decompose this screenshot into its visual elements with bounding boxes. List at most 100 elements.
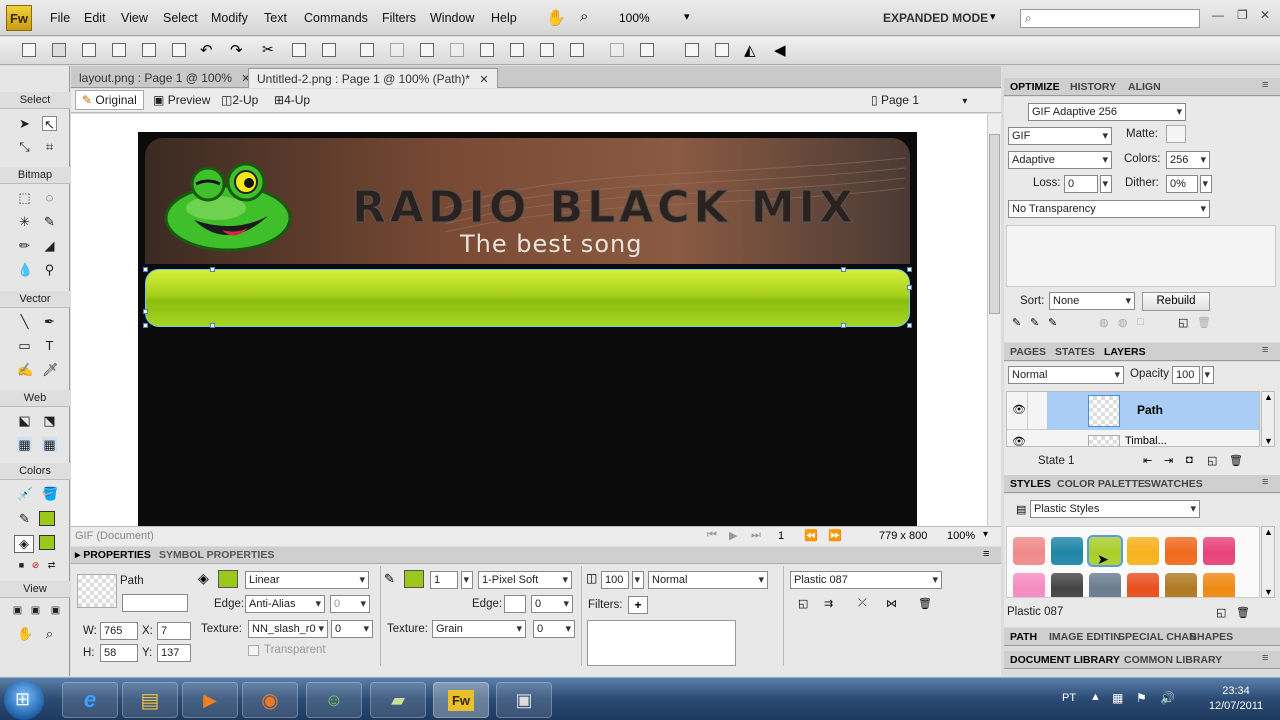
selection-handle[interactable] [841, 267, 846, 272]
action-center-icon[interactable]: ⚑ [1136, 691, 1147, 705]
knife-icon[interactable]: 🗡 [42, 362, 59, 377]
clear-overrides-icon[interactable]: ⋈ [886, 597, 897, 610]
tab-styles[interactable]: STYLES [1010, 478, 1051, 490]
delete-layer-icon[interactable]: 🗑 [1229, 454, 1243, 467]
menu-filters[interactable]: Filters [382, 11, 416, 25]
search-input[interactable]: ⌕ [1020, 9, 1200, 28]
selected-path-bar[interactable] [145, 269, 910, 327]
feather-amount[interactable]: 0 [330, 595, 370, 613]
prev-frame-icon[interactable]: ⏪ [804, 529, 818, 542]
properties-tab[interactable]: ▸ PROPERTIES [75, 549, 151, 561]
page-selector[interactable]: ▯ Page 1 ▾ [871, 93, 967, 107]
fill-color-swatch[interactable] [218, 570, 238, 588]
width-input[interactable]: 765 [100, 622, 138, 640]
send-back-icon[interactable] [570, 43, 584, 57]
split-icon[interactable] [450, 43, 464, 57]
system-clock[interactable]: 23:34 12/07/2011 [1196, 684, 1276, 714]
new-file-icon[interactable] [22, 43, 36, 57]
stroke-type-select[interactable]: 1-Pixel Soft [478, 571, 572, 589]
fill-texture-amount[interactable]: 0 [331, 620, 373, 638]
view-tab-original[interactable]: ✎ Original [75, 90, 144, 110]
open-icon[interactable] [82, 43, 96, 57]
status-zoom[interactable]: 100% [947, 530, 975, 542]
workspace-mode-select[interactable]: EXPANDED MODE [883, 11, 988, 25]
selection-handle[interactable] [143, 323, 148, 328]
tab-image-editing[interactable]: IMAGE EDITIN [1049, 631, 1121, 643]
volume-icon[interactable]: 🔊 [1160, 691, 1175, 705]
minimize-icon[interactable]: — [1212, 8, 1224, 22]
stroke-texture-select[interactable]: Grain [432, 620, 526, 638]
opacity-dropdown[interactable] [632, 571, 644, 589]
distribute-icon[interactable] [640, 43, 654, 57]
stroke-size-input[interactable]: 1 [430, 571, 458, 589]
layer-opacity-input[interactable]: 100 [1172, 366, 1200, 384]
swap-colors-icon[interactable]: ⇄ [44, 558, 59, 573]
doc-tab-untitled[interactable]: Untitled-2.png : Page 1 @ 100% (Path)* ✕ [248, 68, 498, 88]
canvas-size[interactable]: 779 x 800 [879, 530, 927, 542]
hand-icon[interactable]: ✋ [546, 8, 566, 28]
stroke-color-swatch[interactable] [39, 511, 55, 526]
menu-edit[interactable]: Edit [84, 11, 106, 25]
hand-tool-icon[interactable]: ✋ [17, 626, 33, 641]
slice-icon[interactable]: ⬔ [42, 413, 57, 428]
taskbar-explorer[interactable]: ▤ [122, 682, 178, 718]
blend-mode-select[interactable]: Normal [648, 571, 768, 589]
eraser-icon[interactable]: ◢ [42, 238, 57, 253]
last-frame-icon[interactable]: ⏭ [751, 529, 761, 542]
pen-icon[interactable]: ✒ [42, 314, 57, 329]
pencil-icon[interactable]: ✏ [17, 238, 32, 253]
marquee-icon[interactable]: ⬚ [17, 190, 32, 205]
new-sublayer-icon[interactable]: ⇥ [1164, 454, 1173, 467]
style-swatch[interactable] [1165, 537, 1197, 565]
fill-edge-select[interactable]: Anti-Alias [245, 595, 325, 613]
eye-icon[interactable]: 👁 [1012, 403, 1026, 416]
view-tab-4up[interactable]: ⊞4-Up [274, 93, 310, 107]
menu-file[interactable]: File [50, 11, 70, 25]
tab-pages[interactable]: PAGES [1010, 346, 1046, 358]
stroke-edge-slider[interactable] [504, 595, 526, 613]
tab-history[interactable]: HISTORY [1070, 81, 1116, 93]
text-tool-icon[interactable]: T [42, 338, 57, 353]
zoom-dropdown-icon[interactable]: ▾ [684, 10, 690, 23]
style-swatch[interactable] [1165, 573, 1197, 597]
lasso-icon[interactable]: ◌ [42, 190, 57, 205]
fill-type-select[interactable]: Linear [245, 571, 369, 589]
show-hidden-icons-icon[interactable]: ▲ [1090, 691, 1101, 703]
opacity-input[interactable]: 100 [601, 571, 629, 589]
arrow-down-icon[interactable]: ▼ [1264, 436, 1273, 446]
canvas-vertical-scrollbar[interactable] [987, 114, 1001, 526]
style-swatch[interactable] [1203, 573, 1235, 597]
ungroup-icon[interactable] [390, 43, 404, 57]
rubber-stamp-icon[interactable]: ⚲ [42, 262, 57, 277]
transparent-color-icon[interactable]: ✎ [1030, 316, 1039, 329]
tab-swatches[interactable]: SWATCHES [1144, 478, 1203, 490]
stroke-color-icon[interactable]: ✎ [17, 511, 32, 526]
lock-color-icon[interactable]: ✎ [1048, 316, 1057, 329]
hide-slices-icon[interactable]: ▦ [17, 437, 32, 452]
redo-icon[interactable]: ↷ [230, 41, 243, 59]
tab-align[interactable]: ALIGN [1128, 81, 1161, 93]
brush-icon[interactable]: ✎ [42, 214, 57, 229]
delete-style-icon[interactable]: 🗑 [1236, 606, 1250, 619]
menu-modify[interactable]: Modify [211, 11, 248, 25]
close-icon[interactable]: ✕ [479, 74, 488, 86]
object-name-input[interactable] [122, 594, 188, 612]
flip-horizontal-icon[interactable]: ◭ [744, 41, 756, 59]
export-icon[interactable] [142, 43, 156, 57]
stroke-texture-amount[interactable]: 0 [533, 620, 575, 638]
selection-handle[interactable] [907, 285, 912, 290]
crop-icon[interactable]: ⌗ [42, 139, 57, 154]
cut-icon[interactable]: ✂ [262, 41, 274, 58]
tab-special-characters[interactable]: SPECIAL CHAR [1118, 631, 1197, 643]
layer-row[interactable]: 👁 Path [1007, 392, 1259, 430]
new-color-icon[interactable]: ◱ [1178, 316, 1188, 329]
taskbar-firefox[interactable]: ◉ [242, 682, 298, 718]
filters-list[interactable] [587, 620, 736, 666]
layer-name[interactable]: Path [1137, 403, 1163, 417]
arrow-up-icon[interactable]: ▲ [1264, 527, 1273, 537]
selection-handle[interactable] [841, 323, 846, 328]
colors-select[interactable]: 256 [1166, 151, 1210, 169]
tab-common-library[interactable]: COMMON LIBRARY [1124, 654, 1222, 666]
network-icon[interactable]: ▦ [1112, 691, 1123, 705]
selection-handle[interactable] [907, 267, 912, 272]
